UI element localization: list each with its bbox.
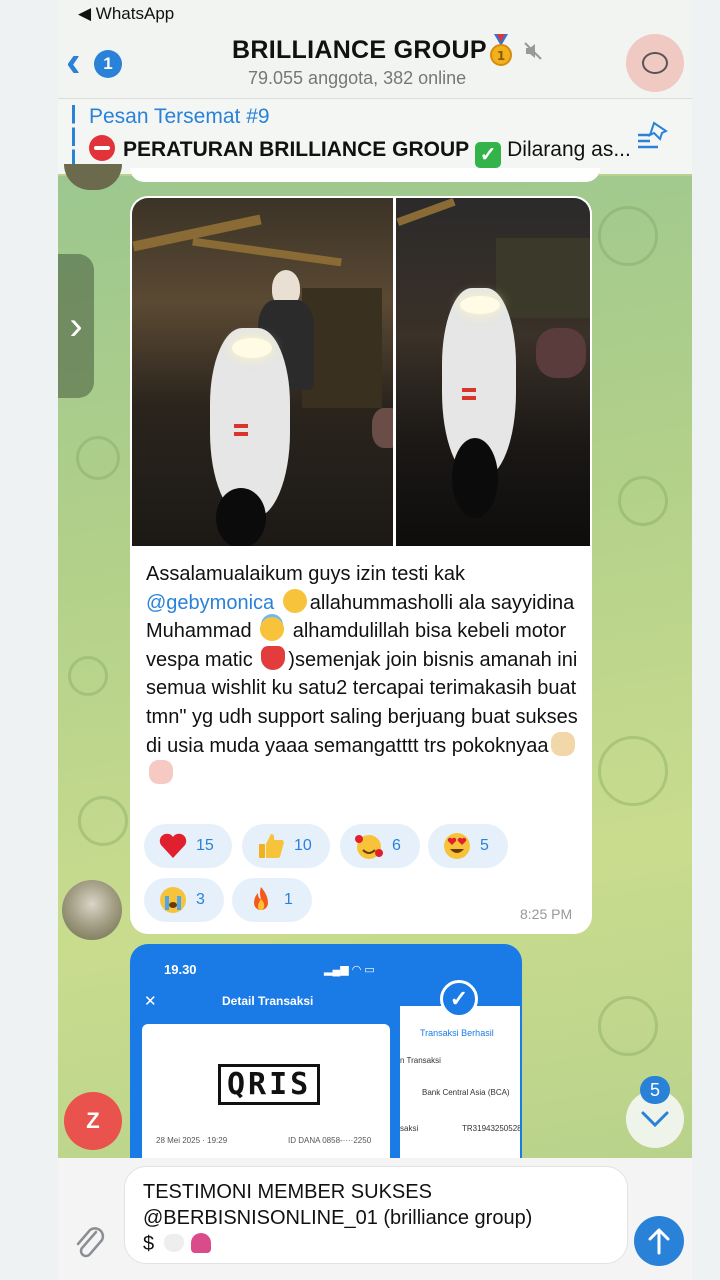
reaction-count: 1 [284,891,293,908]
message-composer: TESTIMONI MEMBER SUKSES @BERBISNISONLINE… [58,1158,692,1280]
message-text: Assalamualaikum guys izin testi kak @geb… [146,560,586,789]
qris-card: QRIS 28 Mei 2025 · 19:29 ID DANA 0858-··… [142,1024,390,1174]
reaction-fire[interactable]: 1 [232,878,312,922]
photo-scooter[interactable] [396,198,590,546]
reaction-heart-eyes[interactable]: 5 [428,824,508,868]
medal-icon: 1 [490,34,512,66]
crying-face-icon [158,885,188,915]
smiling-hearts-icon [282,588,307,613]
sender-avatar[interactable] [62,880,122,940]
reaction-count: 3 [196,891,205,908]
ss-date: 28 Mei 2025 · 19:29 [156,1136,228,1145]
red-heart-icon [158,831,188,861]
message-bubble[interactable]: Assalamualaikum guys izin testi kak @geb… [130,196,592,934]
back-chevron-icon[interactable]: ‹ [66,40,96,84]
message-text-part: Assalamualaikum guys izin testi kak [146,563,466,585]
left-margin [0,0,58,1280]
chevron-down-icon [641,1111,669,1127]
reaction-smiling-hearts[interactable]: 6 [340,824,420,868]
signal-icon: ▂▄▆ ◠ ▭ [324,964,375,976]
svg-text:1: 1 [497,49,505,63]
thumbs-up-icon [256,831,286,861]
pinned-text-bold: PERATURAN BRILLIANCE GROUP [123,138,470,161]
ss-success: Transaksi Berhasil [420,1028,494,1038]
side-panel-handle[interactable]: › [58,254,94,398]
send-button[interactable] [634,1216,684,1266]
pinned-title: Pesan Tersemat #9 [89,105,270,128]
arrow-up-icon [648,1228,670,1255]
transaction-detail-image: 19.30 ▂▄▆ ◠ ▭ ✕ Detail Transaksi QRIS 28… [134,948,399,1174]
phone-screen: ◀ WhatsApp ‹ 1 BRILLIANCE GROUP 1 79.055… [58,0,692,1280]
transaction-success-image: ✓ Transaksi Berhasil n Transaksi Bank Ce… [400,948,520,1174]
message-time: 8:25 PM [520,906,573,922]
unread-badge[interactable]: 1 [94,50,122,78]
user-avatar[interactable]: Z [64,1092,122,1150]
photo-scooter-with-rider[interactable] [132,198,393,546]
pin-list-icon[interactable] [636,121,668,151]
chat-header: ‹ 1 BRILLIANCE GROUP 1 79.055 anggota, 3… [58,30,692,98]
ss-ref: TR31943250528 [462,1124,520,1133]
chat-title[interactable]: BRILLIANCE GROUP [232,36,487,65]
pinned-message-bar[interactable]: Pesan Tersemat #9 PERATURAN BRILLIANCE G… [58,98,692,174]
pinned-text-rest: Dilarang as... [507,138,631,161]
unread-mentions-badge: 5 [640,1076,670,1104]
bouquet-icon [191,1233,212,1253]
heart-eyes-icon [442,831,472,861]
paperclip-icon[interactable] [72,1222,106,1262]
check-mark-icon: ✓ [475,142,502,168]
pinned-indicator [72,105,75,167]
previous-message-bubble [130,168,600,182]
reaction-red-heart[interactable]: 15 [144,824,232,868]
mending-heart-icon [261,645,286,670]
member-count: 79.055 anggota, 382 online [248,68,467,88]
reaction-count: 6 [392,837,401,854]
close-icon: ✕ [144,993,157,1010]
pinned-text: PERATURAN BRILLIANCE GROUP ✓ Dilarang as..… [89,135,641,168]
white-heart-icon [163,1234,184,1252]
group-avatar[interactable] [626,34,684,92]
ss-title: Detail Transaksi [222,994,314,1008]
ss-time: 19.30 [164,962,197,977]
mute-icon [524,42,542,65]
heart-hands-icon [149,760,173,785]
reaction-count: 5 [480,837,489,854]
ss-ref-label: saksi [400,1124,419,1133]
qris-logo: QRIS [218,1064,321,1105]
ss-bank: Bank Central Asia (BCA) [422,1088,510,1097]
ss-dana-id: ID DANA 0858-····2250 [288,1136,372,1145]
check-icon: ✓ [440,980,478,1018]
smiling-hearts-icon [354,831,384,861]
reaction-count: 10 [294,837,312,854]
no-entry-icon [89,135,115,161]
right-margin [692,0,720,1280]
reaction-thumbs-up[interactable]: 10 [242,824,330,868]
mention-link[interactable]: @gebymonica [146,592,274,614]
message-input[interactable]: TESTIMONI MEMBER SUKSES @BERBISNISONLINE… [124,1166,679,1264]
ss-trx-label: n Transaksi [400,1056,441,1065]
halo-face-icon [260,617,285,642]
transaction-screenshot-message[interactable]: 19.30 ▂▄▆ ◠ ▭ ✕ Detail Transaksi QRIS 28… [130,944,522,1174]
reaction-crying-face[interactable]: 3 [144,878,224,922]
status-bar: ◀ WhatsApp [58,0,692,30]
fire-icon [246,885,276,915]
palms-up-icon [551,731,576,756]
back-to-app-link[interactable]: ◀ WhatsApp [78,4,174,24]
reaction-count: 15 [196,837,214,854]
message-input-text: TESTIMONI MEMBER SUKSES @BERBISNISONLINE… [143,1179,533,1257]
